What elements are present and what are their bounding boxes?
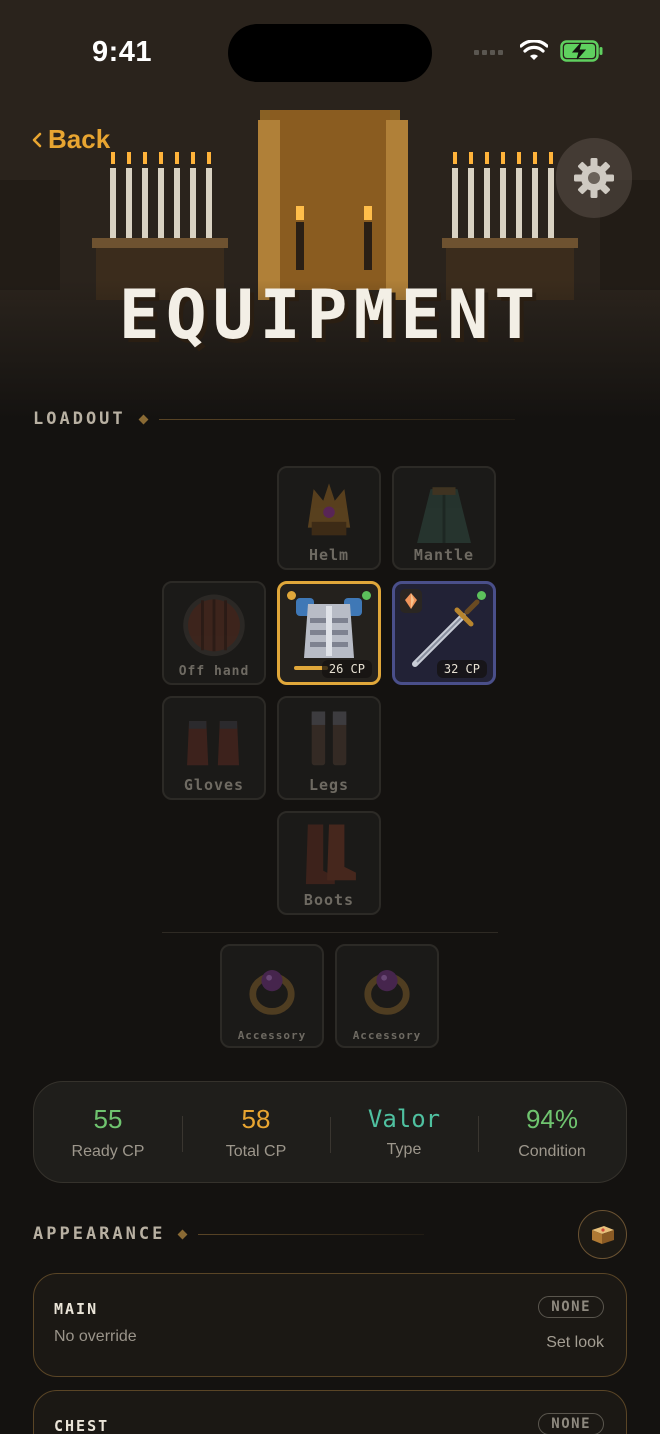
stat-condition: 94% Condition <box>478 1104 626 1161</box>
wifi-icon <box>520 40 548 60</box>
stat-label: Total CP <box>225 1142 287 1160</box>
accessory-divider <box>162 932 498 933</box>
gear-icon <box>574 158 614 198</box>
status-bar: 9:41 <box>0 0 660 100</box>
cellular-signal-icon <box>474 50 503 55</box>
stat-ready-cp: 55 Ready CP <box>34 1104 182 1161</box>
slot-chest[interactable]: 26 CP <box>277 581 381 685</box>
slot-helm[interactable]: Helm <box>277 466 381 570</box>
stat-total-cp: 58 Total CP <box>182 1104 330 1161</box>
stat-label: Ready CP <box>71 1142 145 1160</box>
slot-accessory-2[interactable]: Accessory <box>335 944 439 1048</box>
appearance-card-chest[interactable]: CHEST NONE <box>33 1390 627 1434</box>
slot-indicator-dot <box>287 591 296 600</box>
slot-label: Helm <box>308 546 350 564</box>
loadout-section-header: LOADOUT <box>33 409 515 429</box>
stat-value: 55 <box>93 1103 123 1134</box>
slot-accessory-1[interactable]: Accessory <box>220 944 324 1048</box>
battery-charging-icon <box>560 40 603 62</box>
appearance-card-title: MAIN <box>54 1300 99 1318</box>
section-divider-line <box>198 1233 425 1235</box>
override-badge: NONE <box>538 1296 604 1318</box>
stat-value: 94% <box>525 1103 579 1134</box>
stat-label: Condition <box>518 1142 586 1160</box>
crystal-icon <box>405 593 417 609</box>
slot-label: Accessory <box>237 1029 307 1042</box>
appearance-card-main[interactable]: MAIN No override NONE Set look <box>33 1273 627 1377</box>
slot-main-hand[interactable]: 32 CP <box>392 581 496 685</box>
book-icon <box>591 1225 614 1244</box>
section-diamond-ornament <box>138 414 149 424</box>
stat-value: 58 <box>241 1103 271 1134</box>
ready-status-dot <box>362 591 371 600</box>
cp-tag: 26 CP <box>321 660 372 678</box>
slot-label: Mantle <box>413 546 475 564</box>
page-title: EQUIPMENT <box>118 276 542 355</box>
status-time: 9:41 <box>92 36 153 68</box>
appearance-codex-button[interactable] <box>578 1210 627 1259</box>
override-badge: NONE <box>538 1413 604 1434</box>
loadout-section-label: LOADOUT <box>33 409 126 429</box>
section-divider-line <box>158 418 515 420</box>
slot-gloves[interactable]: Gloves <box>162 696 266 800</box>
settings-button[interactable] <box>556 138 632 218</box>
chevron-left-icon <box>32 132 42 147</box>
appearance-section-label: APPEARANCE <box>33 1224 166 1244</box>
cp-tag: 32 CP <box>436 660 487 678</box>
stat-type: Valor Type <box>330 1105 478 1159</box>
stat-label: Type <box>386 1141 422 1158</box>
slot-label: Boots <box>303 891 355 909</box>
gem-badge <box>400 589 422 613</box>
slot-label: Off hand <box>178 664 250 679</box>
ready-status-dot <box>477 591 486 600</box>
slot-mantle[interactable]: Mantle <box>392 466 496 570</box>
back-button[interactable]: Back <box>32 124 110 155</box>
slot-boots[interactable]: Boots <box>277 811 381 915</box>
slot-off-hand[interactable]: Off hand <box>162 581 266 685</box>
dynamic-island <box>228 24 432 82</box>
stats-card: 55 Ready CP 58 Total CP Valor Type 94% C… <box>33 1081 627 1183</box>
slot-label: Gloves <box>183 776 245 794</box>
section-diamond-ornament <box>177 1229 188 1239</box>
stat-value: Valor <box>367 1105 441 1133</box>
appearance-card-subtitle: No override <box>54 1328 137 1345</box>
set-look-button[interactable]: Set look <box>546 1334 604 1352</box>
appearance-card-title: CHEST <box>54 1417 110 1434</box>
slot-label: Legs <box>308 776 350 794</box>
appearance-section-header: APPEARANCE <box>33 1224 425 1244</box>
slot-legs[interactable]: Legs <box>277 696 381 800</box>
back-label: Back <box>48 124 111 154</box>
slot-label: Accessory <box>352 1029 422 1042</box>
